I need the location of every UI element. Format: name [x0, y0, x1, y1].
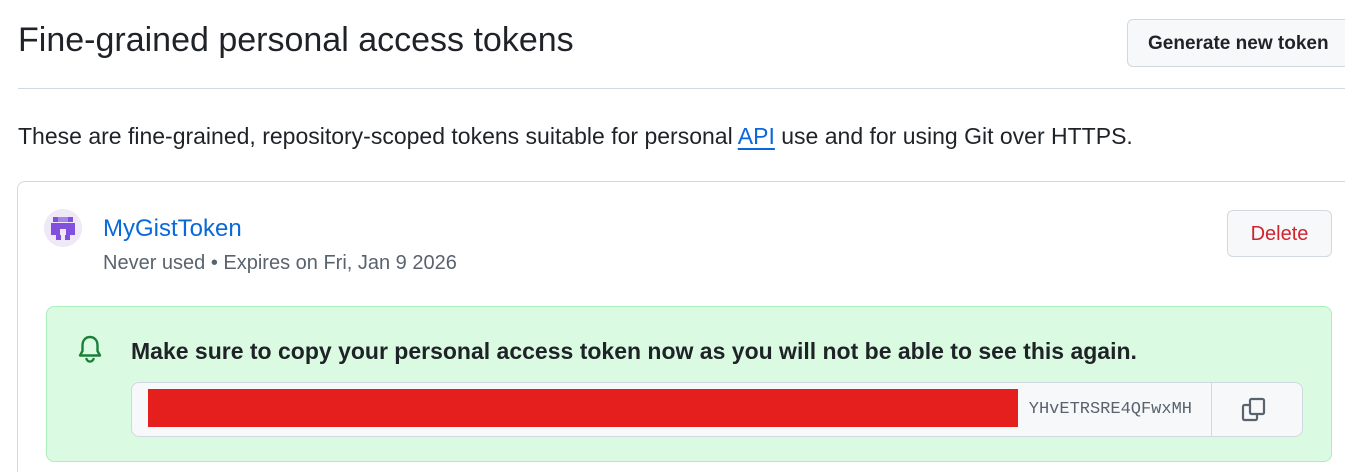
api-link[interactable]: API — [738, 123, 775, 149]
page-title: Fine-grained personal access tokens — [18, 21, 574, 59]
identicon-avatar-icon — [44, 209, 82, 247]
bell-icon — [78, 335, 102, 363]
tokens-page: Fine-grained personal access tokens Gene… — [0, 0, 1345, 472]
copy-token-warning: Make sure to copy your personal access t… — [131, 338, 1137, 364]
token-name-link[interactable]: MyGistToken — [103, 214, 242, 244]
description-text-start: These are fine-grained, repository-scope… — [18, 123, 738, 149]
copy-token-button[interactable] — [1212, 383, 1302, 436]
token-value[interactable]: YHvETRSRE4QFwxMH — [1029, 383, 1192, 436]
new-token-field: YHvETRSRE4QFwxMH — [131, 382, 1303, 437]
header-divider — [18, 88, 1345, 89]
page-description: These are fine-grained, repository-scope… — [18, 121, 1133, 151]
token-meta: Never used • Expires on Fri, Jan 9 2026 — [103, 252, 457, 274]
description-text-end: use and for using Git over HTTPS. — [774, 123, 1133, 149]
delete-token-button[interactable]: Delete — [1227, 210, 1332, 257]
generate-new-token-button[interactable]: Generate new token — [1127, 19, 1345, 67]
token-avatar — [44, 209, 82, 247]
redaction-overlay — [148, 389, 1018, 427]
copy-icon — [1241, 397, 1266, 422]
